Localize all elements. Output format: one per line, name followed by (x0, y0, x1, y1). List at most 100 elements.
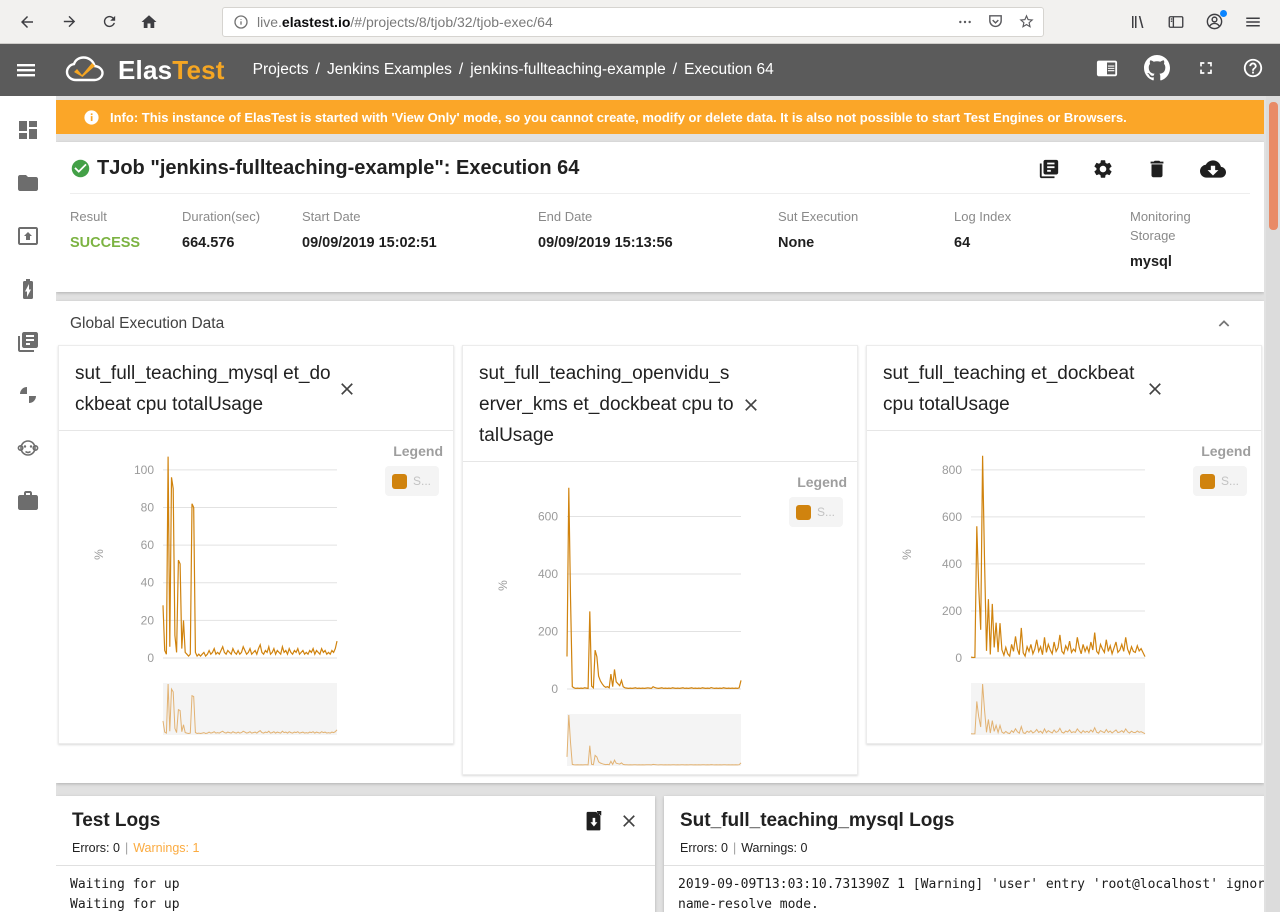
series-color-swatch (796, 505, 811, 520)
sidebar-item-dashboard[interactable] (16, 118, 40, 142)
chart-title: sut_full_teaching et_dockbeat cpu totalU… (883, 358, 1141, 420)
scrollbar-track[interactable] (1266, 96, 1280, 912)
legend-title: Legend (789, 474, 847, 490)
legend-series-chip[interactable]: S... (789, 497, 843, 527)
breadcrumb-separator: / (673, 61, 677, 79)
execution-details: ResultSUCCESS Duration(sec)664.576 Start… (70, 194, 1250, 292)
errors-count: Errors: 0 (680, 841, 728, 855)
sidebar-item-tjobs[interactable] (16, 224, 40, 248)
sidebars-icon[interactable] (1167, 13, 1185, 31)
breadcrumb-separator: / (459, 61, 463, 79)
svg-text:600: 600 (942, 510, 962, 524)
series-label: S... (1221, 474, 1239, 488)
contrast-quarters-icon (16, 383, 40, 407)
close-chart-button[interactable] (337, 379, 357, 399)
library-books-icon (16, 330, 40, 354)
menu-icon[interactable] (1244, 13, 1262, 31)
elastest-logo[interactable] (62, 53, 110, 87)
sidebar-item-test-engines[interactable] (16, 277, 40, 301)
field-label: Duration(sec) (182, 207, 302, 226)
sidebar-item-projects[interactable] (16, 171, 40, 195)
svg-text:600: 600 (538, 510, 558, 524)
library-books-icon (1038, 158, 1060, 180)
close-log-card-button[interactable] (619, 811, 639, 831)
url-text: live.elastest.io/#/projects/8/tjob/32/tj… (257, 14, 949, 30)
pocket-icon[interactable] (987, 13, 1004, 30)
series-color-swatch (392, 474, 407, 489)
github-icon[interactable] (1144, 55, 1170, 86)
svg-text:400: 400 (538, 567, 558, 581)
end-date-value: 09/09/2019 15:13:56 (538, 235, 778, 251)
section-title: Global Execution Data (70, 315, 224, 333)
app-menu-toggle[interactable] (4, 58, 48, 82)
download-button[interactable] (1200, 158, 1226, 180)
sidebar-item-services[interactable] (16, 383, 40, 407)
log-output[interactable]: Waiting for up Waiting for up Waiting fo… (56, 866, 655, 912)
scrollbar-thumb[interactable] (1269, 102, 1278, 230)
help-icon[interactable] (1242, 57, 1264, 84)
browser-back-button[interactable] (10, 5, 44, 39)
close-icon (1145, 379, 1165, 399)
log-card-title: Test Logs (72, 810, 160, 832)
info-icon (83, 109, 100, 126)
download-logs-button[interactable] (584, 810, 603, 831)
library-icon[interactable] (1129, 13, 1147, 31)
fullscreen-icon[interactable] (1196, 58, 1216, 83)
docs-icon[interactable] (1096, 57, 1118, 84)
sut-execution-value: None (778, 235, 954, 251)
breadcrumb-item-project[interactable]: Jenkins Examples (327, 61, 452, 79)
close-icon (337, 379, 357, 399)
sidebar-item-toolbox[interactable] (16, 489, 40, 513)
test-logs-card: Test Logs Errors: 0|Warnings: 1 Waiting … (56, 796, 655, 912)
page-title: TJob "jenkins-fullteaching-example": Exe… (97, 157, 579, 180)
view-logs-button[interactable] (1038, 158, 1060, 180)
field-label: Monitoring Storage (1130, 207, 1222, 245)
legend-series-chip[interactable]: S... (385, 466, 439, 496)
delete-button[interactable] (1146, 158, 1168, 180)
field-label: Result (70, 207, 182, 226)
sidebar-item-logs[interactable] (16, 330, 40, 354)
tjob-execution-card: TJob "jenkins-fullteaching-example": Exe… (56, 142, 1264, 292)
browser-reload-button[interactable] (94, 7, 124, 37)
field-label: Log Index (954, 207, 1130, 226)
trash-icon (1146, 158, 1168, 180)
legend-title: Legend (385, 443, 443, 459)
url-bar[interactable]: live.elastest.io/#/projects/8/tjob/32/tj… (222, 7, 1044, 37)
close-chart-button[interactable] (1145, 379, 1165, 399)
chart-title: sut_full_teaching_openvidu_server_kms et… (479, 358, 737, 451)
config-button[interactable] (1092, 158, 1114, 180)
sidebar-item-test-link[interactable] (16, 436, 40, 460)
breadcrumb-item-execution[interactable]: Execution 64 (684, 61, 774, 79)
metric-chart-card: sut_full_teaching et_dockbeat cpu totalU… (866, 345, 1262, 744)
svg-text:200: 200 (942, 604, 962, 618)
legend-series-chip[interactable]: S... (1193, 466, 1247, 496)
breadcrumb: Projects / Jenkins Examples / jenkins-fu… (253, 61, 774, 79)
brand-name: ElasTest (118, 55, 225, 86)
field-label: End Date (538, 207, 778, 226)
browser-forward-button[interactable] (54, 7, 84, 37)
chart-legend: Legend S... (789, 474, 847, 527)
site-info-icon[interactable] (233, 14, 249, 30)
warnings-count: Warnings: 0 (741, 841, 807, 855)
gear-icon (1092, 158, 1114, 180)
browser-home-button[interactable] (134, 7, 164, 37)
global-execution-data-section: Global Execution Data sut_full_teaching_… (56, 301, 1264, 783)
account-icon[interactable] (1205, 12, 1224, 31)
series-label: S... (817, 505, 835, 519)
close-chart-button[interactable] (741, 395, 761, 415)
log-card-title: Sut_full_teaching_mysql Logs (680, 810, 955, 832)
breadcrumb-item-tjob[interactable]: jenkins-fullteaching-example (470, 61, 666, 79)
series-label: S... (413, 474, 431, 488)
field-label: Sut Execution (778, 207, 954, 226)
collapse-section-button[interactable] (1216, 316, 1232, 332)
close-icon (619, 811, 639, 831)
log-output[interactable]: 2019-09-09T13:03:10.731390Z 1 [Warning] … (664, 866, 1264, 912)
metric-chart-card: sut_full_teaching_mysql et_dockbeat cpu … (58, 345, 454, 744)
series-color-swatch (1200, 474, 1215, 489)
cloud-download-icon (1200, 158, 1226, 180)
start-date-value: 09/09/2019 15:02:51 (302, 235, 538, 251)
bookmark-star-icon[interactable] (1018, 13, 1035, 30)
chart-title: sut_full_teaching_mysql et_dockbeat cpu … (75, 358, 333, 420)
page-actions-icon[interactable] (957, 14, 973, 30)
breadcrumb-item-projects[interactable]: Projects (253, 61, 309, 79)
